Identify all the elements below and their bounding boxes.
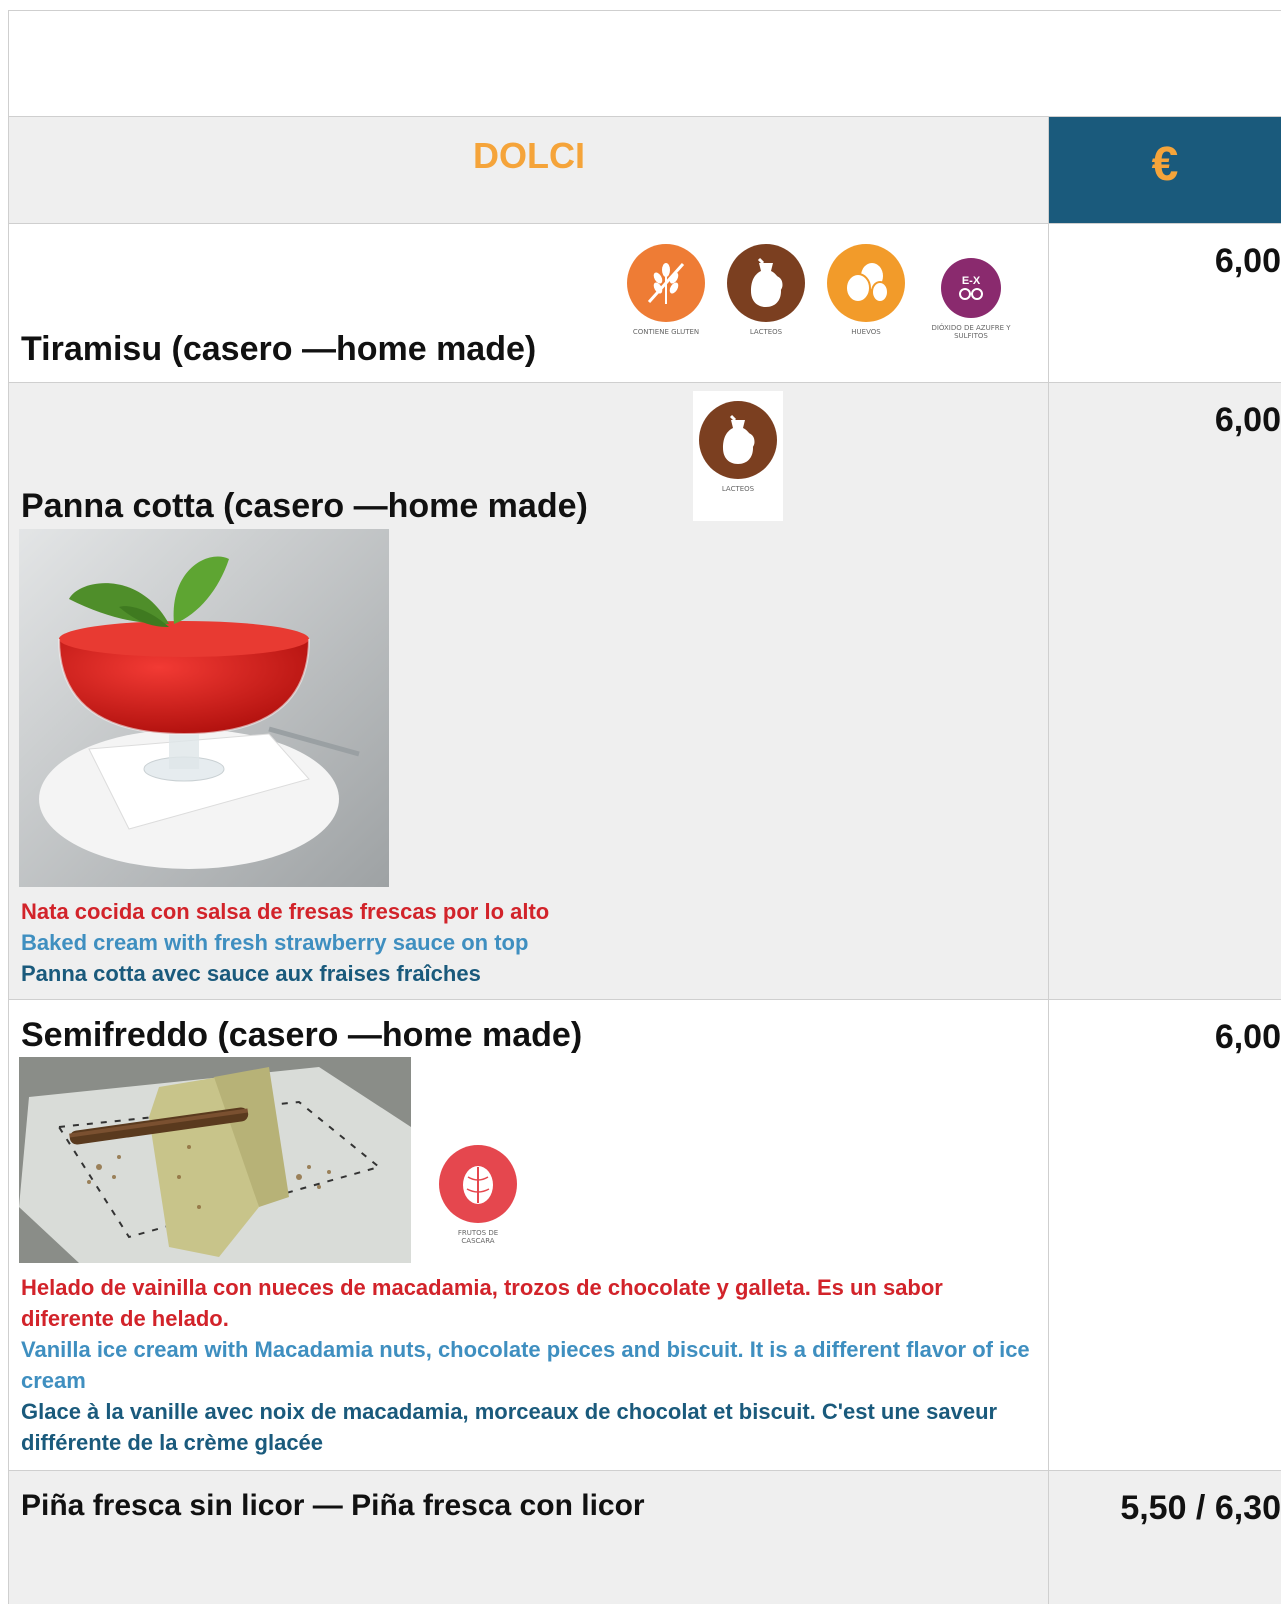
desc-french: Glace à la vanille avec noix de macadami… [21,1399,998,1455]
menu-header-row: DOLCI € [8,116,1281,223]
menu-item-pina-fresca: Piña fresca sin licor — Piña fresca con … [8,1470,1281,1604]
euro-icon: € [1151,138,1179,191]
allergen-huevos: HUEVOS [821,244,911,336]
menu-item-semifreddo: Semifreddo (casero —home made) FRUTOS DE… [8,999,1281,1470]
section-title: DOLCI [473,135,585,176]
menu-item-panna-cotta: Panna cotta (casero —home made) LACTEOS [8,382,1281,999]
desc-spanish: Nata cocida con salsa de fresas frescas … [21,899,550,924]
item-name: Semifreddo (casero —home made) [21,1016,583,1054]
walnut-icon [439,1145,517,1223]
allergen-gluten: CONTIENE GLUTEN [621,244,711,336]
top-blank-area [8,10,1281,116]
panna-cotta-photo [19,529,389,887]
eggs-icon [827,244,905,322]
currency-header-cell: € [1049,117,1281,223]
allergen-lacteos: LACTEOS [721,244,811,336]
item-price: 5,50 / 6,30 [1120,1489,1281,1527]
desc-french: Panna cotta avec sauce aux fraises fraîc… [21,961,481,986]
allergen-sulfitos: E-X DIÓXIDO DE AZUFRE Y SULFITOS [921,258,1021,340]
item-name: Panna cotta (casero —home made) [21,487,588,525]
item-name: Piña fresca sin licor — Piña fresca con … [21,1489,645,1522]
wheat-icon [627,244,705,322]
item-name: Tiramisu (casero —home made) [21,330,537,368]
item-price: 6,00 [1214,401,1281,439]
item-price: 6,00 [1214,1018,1281,1056]
milk-jug-icon [699,401,777,479]
allergen-lacteos: LACTEOS [693,391,783,521]
semifreddo-photo [19,1057,411,1263]
milk-jug-icon [727,244,805,322]
desc-english: Vanilla ice cream with Macadamia nuts, c… [21,1337,1030,1393]
desc-english: Baked cream with fresh strawberry sauce … [21,930,529,955]
menu-item-tiramisu: Tiramisu (casero —home made) CONTIENE GL… [8,223,1281,382]
desc-spanish: Helado de vainilla con nueces de macadam… [21,1275,943,1331]
sulfites-icon: E-X [941,258,1001,318]
item-price: 6,00 [1214,242,1281,280]
allergen-frutos: FRUTOS DE CASCARA [433,1145,523,1245]
header-title-cell: DOLCI [9,117,1049,223]
